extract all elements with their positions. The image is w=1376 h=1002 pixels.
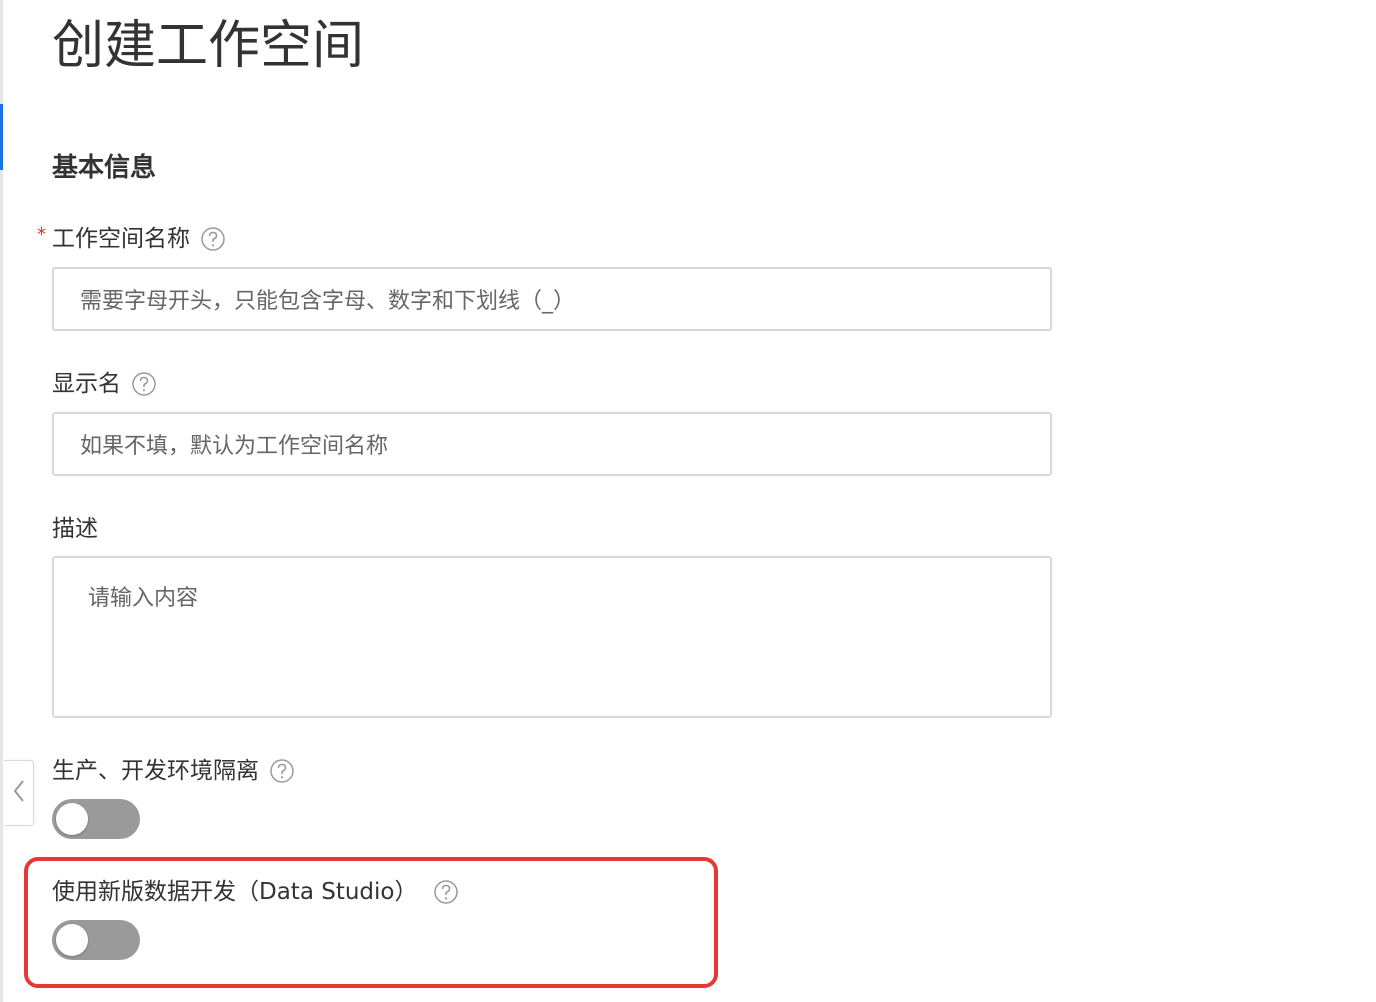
display-name-label-row: 显示名 (52, 369, 157, 399)
display-name-input[interactable]: 如果不填，默认为工作空间名称 (52, 412, 1052, 476)
toggle-knob (56, 924, 88, 956)
workspace-name-placeholder: 需要字母开头，只能包含字母、数字和下划线（_） (80, 289, 576, 314)
chevron-left-icon (11, 778, 27, 808)
workspace-name-label-row: 工作空间名称 (52, 224, 226, 254)
description-placeholder: 请输入内容 (88, 586, 199, 611)
question-circle-icon[interactable] (200, 226, 226, 252)
description-textarea[interactable]: 请输入内容 (52, 556, 1052, 718)
data-studio-toggle[interactable] (52, 920, 140, 960)
question-circle-icon[interactable] (131, 371, 157, 397)
description-label-row: 描述 (52, 514, 98, 544)
question-circle-icon[interactable] (433, 879, 459, 905)
data-studio-label-row: 使用新版数据开发（Data Studio） (52, 877, 459, 907)
sidebar-active-indicator (0, 104, 3, 170)
required-marker: * (37, 224, 46, 245)
display-name-label: 显示名 (52, 371, 121, 397)
workspace-name-label: 工作空间名称 (52, 226, 190, 252)
toggle-knob (56, 803, 88, 835)
data-studio-label: 使用新版数据开发（Data Studio） (52, 879, 418, 905)
section-title: 基本信息 (52, 153, 157, 183)
collapse-sidebar-button[interactable] (4, 760, 34, 826)
env-isolation-toggle[interactable] (52, 799, 140, 839)
workspace-name-input[interactable]: 需要字母开头，只能包含字母、数字和下划线（_） (52, 267, 1052, 331)
description-label: 描述 (52, 516, 98, 542)
page-title: 创建工作空间 (52, 16, 365, 76)
question-circle-icon[interactable] (269, 758, 295, 784)
env-isolation-label: 生产、开发环境隔离 (52, 758, 259, 784)
env-isolation-label-row: 生产、开发环境隔离 (52, 756, 295, 786)
display-name-placeholder: 如果不填，默认为工作空间名称 (80, 434, 389, 459)
